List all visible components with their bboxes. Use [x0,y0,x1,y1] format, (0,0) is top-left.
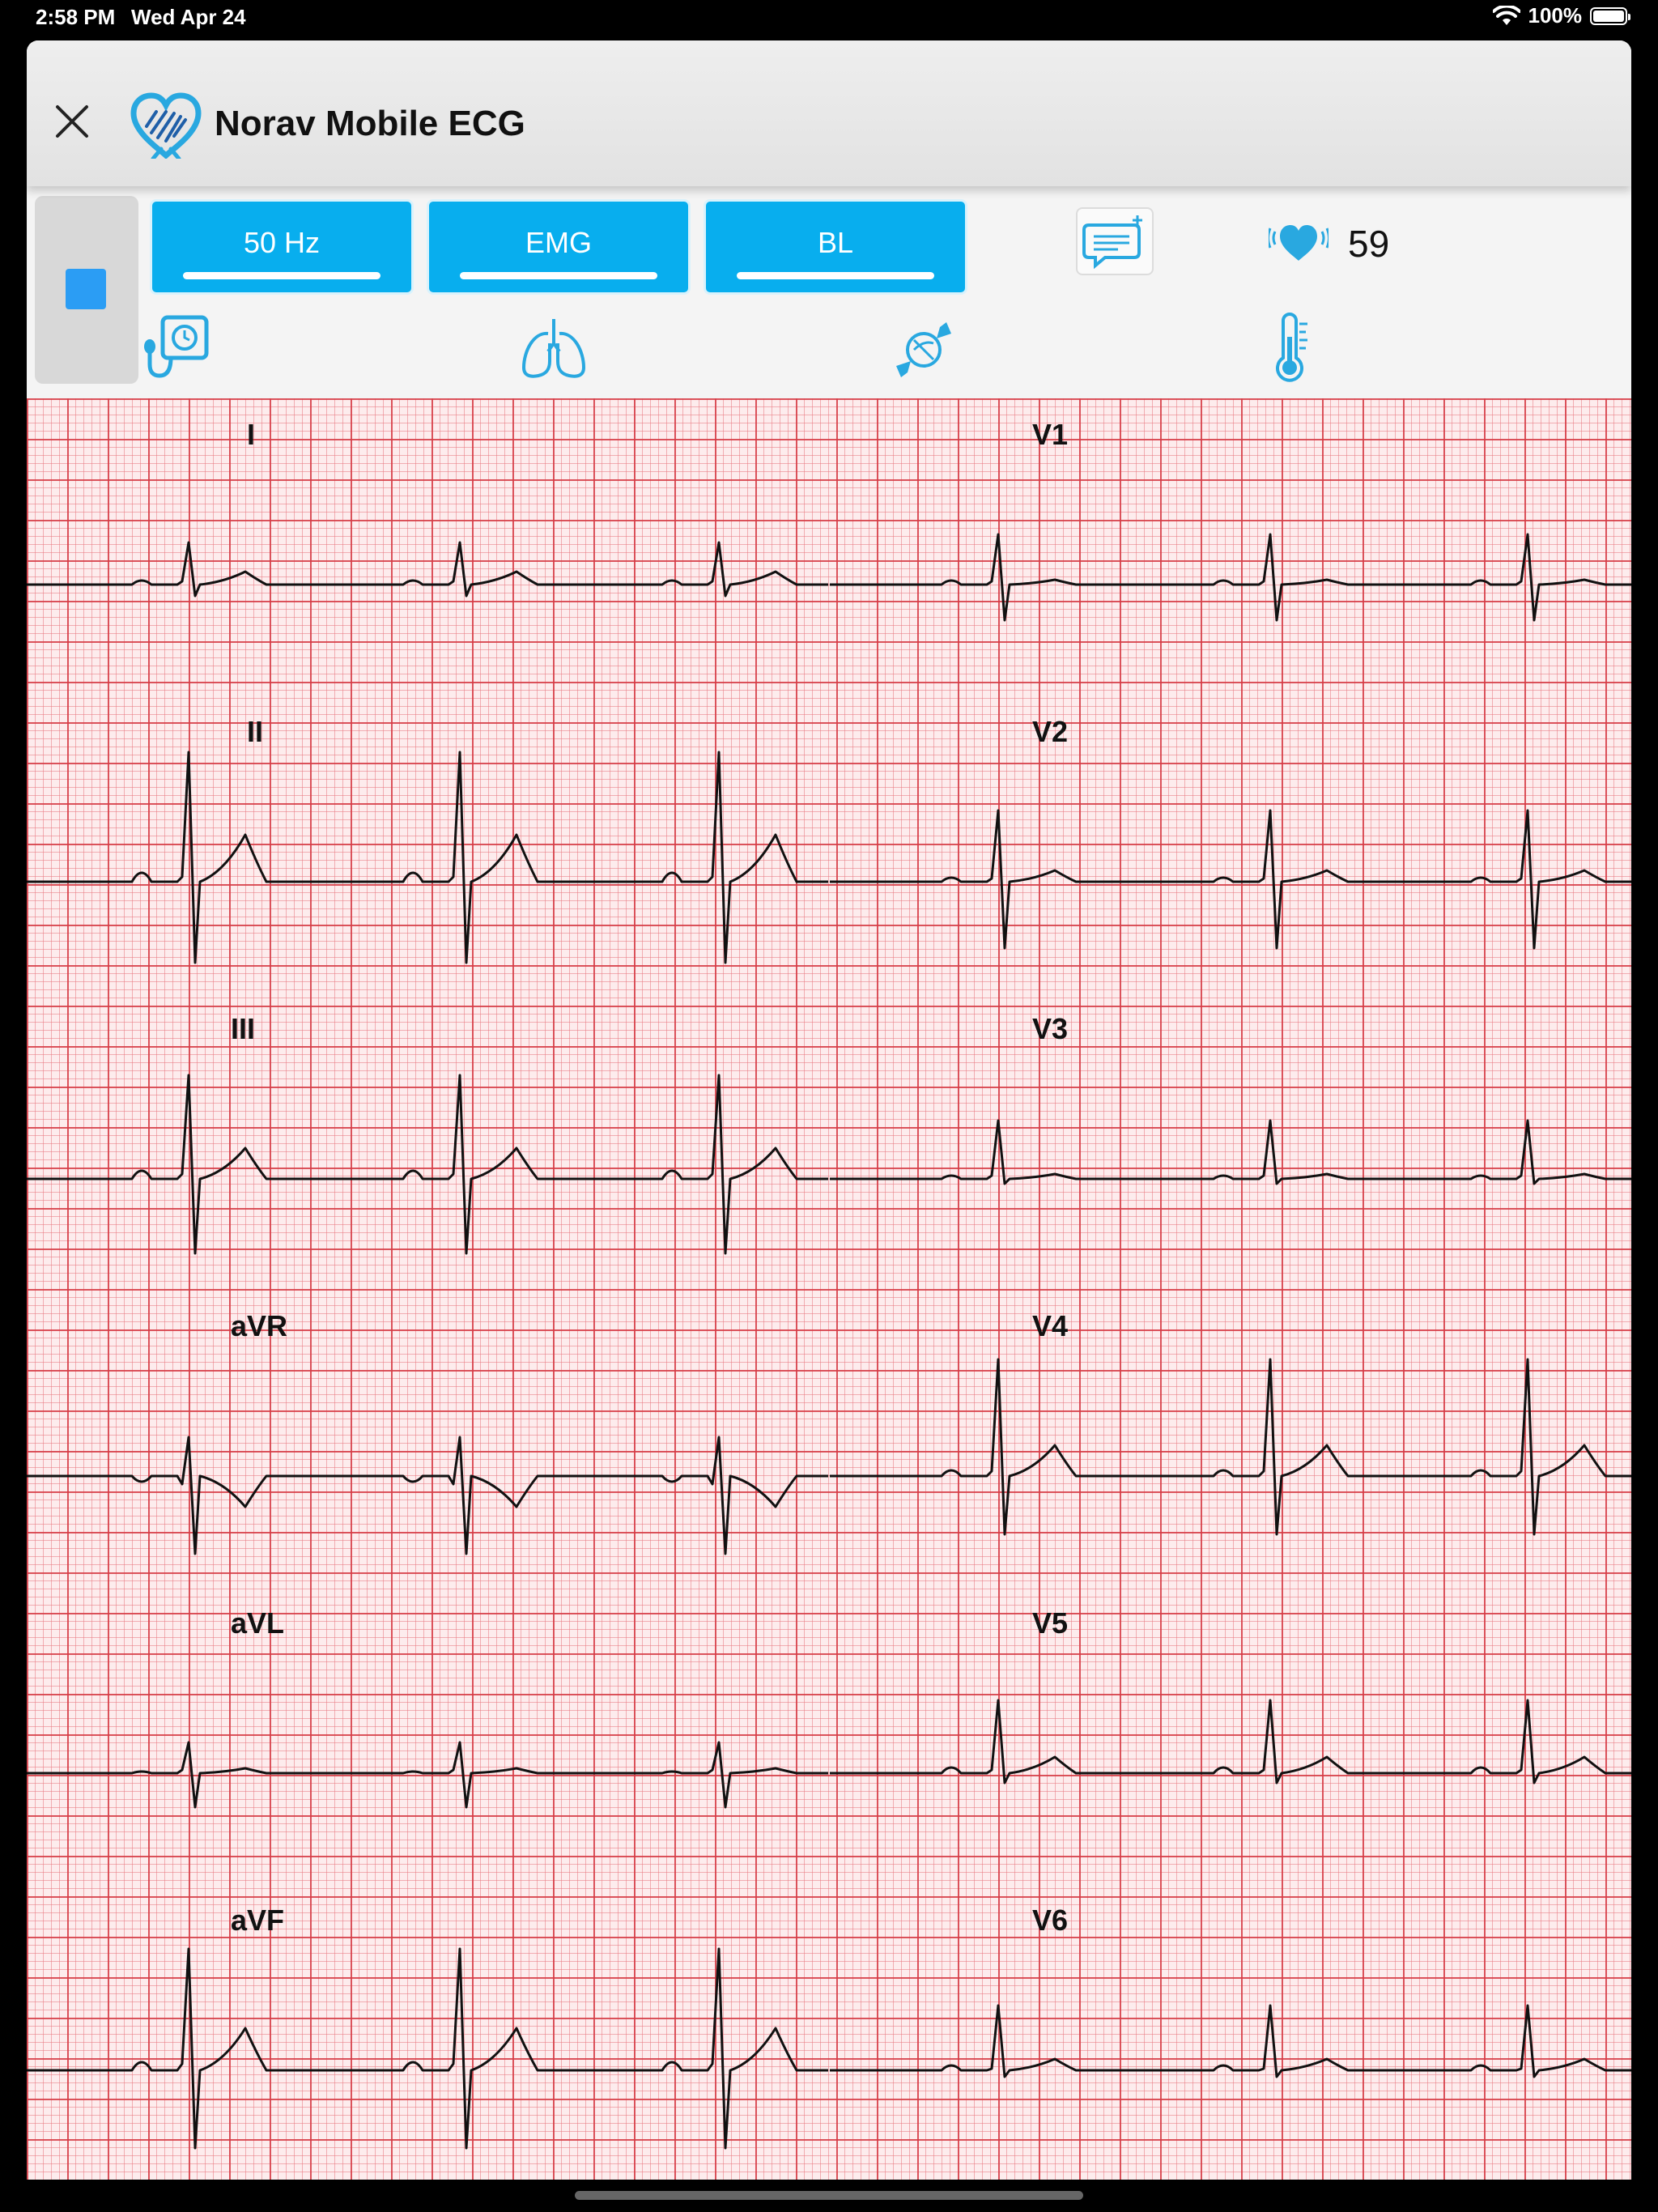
lead-label-I: I [247,418,256,451]
stop-square-icon [66,269,106,309]
ecg-chart-area: I II III aVR aVL aVF V1 V2 V3 V4 V5 V6 [27,398,1631,2180]
status-date: Wed Apr 24 [131,5,246,29]
ecg-trace-V6 [830,2004,1631,2078]
battery-percent: 100% [1528,3,1583,28]
lead-label-V4: V4 [1032,1309,1069,1342]
filter-active-indicator [183,272,380,279]
lead-label-aVF: aVF [231,1904,285,1937]
lead-label-V2: V2 [1032,715,1069,748]
heart-icon [1269,225,1329,261]
home-indicator[interactable] [575,2191,1083,2200]
status-bar: 2:58 PM Wed Apr 24 100% [0,0,1658,39]
candy-icon[interactable] [890,316,958,384]
filter-active-indicator [460,272,657,279]
ecg-trace-III [27,1074,828,1255]
nav-bar: Norav Mobile ECG [27,40,1631,186]
heart-logo-icon [130,92,202,159]
close-icon[interactable] [51,100,93,143]
ecg-trace-V2 [830,809,1631,950]
comment-add-icon [1082,215,1142,270]
filter-active-indicator [737,272,934,279]
filter-bl-button[interactable]: BL [704,199,967,295]
lead-label-aVL: aVL [231,1606,285,1640]
blood-pressure-icon[interactable] [143,314,211,381]
ecg-trace-V4 [830,1358,1631,1536]
lead-label-aVR: aVR [231,1309,288,1342]
lead-label-V3: V3 [1032,1012,1069,1045]
add-comment-button[interactable] [1076,207,1154,275]
filter-label: EMG [525,226,592,259]
app-title: Norav Mobile ECG [215,104,525,143]
status-time: 2:58 PM [36,5,116,29]
filter-emg-button[interactable]: EMG [427,199,691,295]
battery-icon [1590,6,1630,25]
ecg-trace-I [27,541,828,598]
ecg-trace-aVL [27,1741,828,1809]
ecg-trace-V5 [830,1699,1631,1784]
lead-label-V5: V5 [1032,1606,1069,1640]
lungs-icon[interactable] [517,316,590,381]
filter-label: 50 Hz [243,226,321,259]
lead-label-V1: V1 [1032,418,1069,451]
wifi-icon [1492,5,1520,25]
stop-button[interactable] [35,196,138,384]
status-right: 100% [1492,3,1630,28]
ecg-trace-II [27,751,828,964]
ecg-trace-aVF [27,1947,828,2150]
thermometer-icon[interactable] [1265,313,1314,384]
ecg-trace-V1 [830,533,1631,622]
heart-rate-value: 59 [1348,223,1390,265]
lead-label-V6: V6 [1032,1904,1069,1937]
ecg-trace-aVR [27,1436,828,1555]
toolbar: 50 Hz EMG BL 59 [27,186,1631,398]
ecg-trace-V3 [830,1119,1631,1185]
lead-label-II: II [247,715,264,748]
ecg-sheet: Norav Mobile ECG 50 Hz EMG BL 59 I II II… [27,40,1631,2180]
filter-50hz-button[interactable]: 50 Hz [150,199,414,295]
filter-label: BL [817,226,854,259]
lead-label-III: III [231,1012,256,1045]
